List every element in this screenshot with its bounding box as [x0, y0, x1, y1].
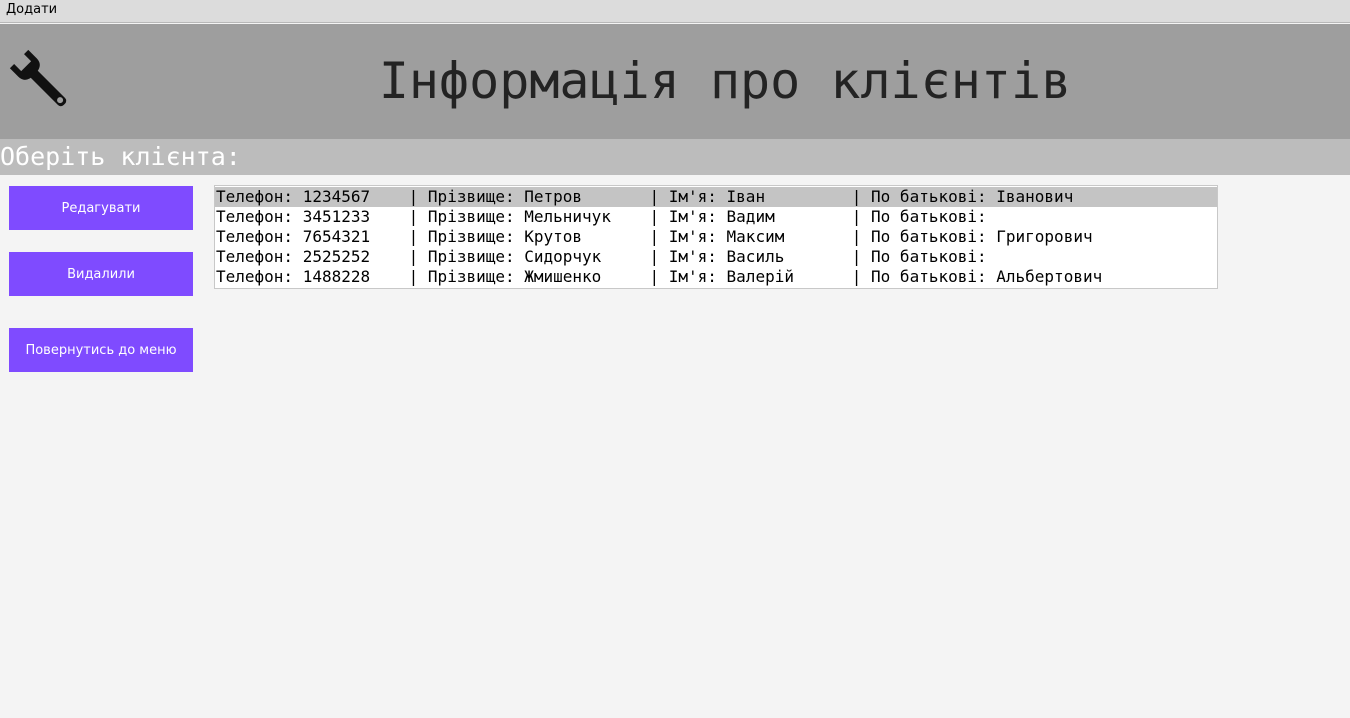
menu-item-add[interactable]: Додати	[6, 2, 57, 18]
header-banner: Інформація про клієнтів	[0, 24, 1350, 139]
section-title: Оберіть клієнта:	[0, 142, 241, 171]
client-row[interactable]: Телефон: 1488228 | Прізвище: Жмишенко | …	[215, 267, 1217, 287]
client-row[interactable]: Телефон: 2525252 | Прізвище: Сидорчук | …	[215, 247, 1217, 267]
edit-button[interactable]: Редагувати	[9, 186, 193, 230]
page-title: Інформація про клієнтів	[378, 52, 1072, 110]
back-to-menu-button[interactable]: Повернутись до меню	[9, 328, 193, 372]
client-row[interactable]: Телефон: 1234567 | Прізвище: Петров | Ім…	[215, 187, 1217, 207]
client-row[interactable]: Телефон: 7654321 | Прізвище: Крутов | Ім…	[215, 227, 1217, 247]
delete-button[interactable]: Видалили	[9, 252, 193, 296]
menu-bar: Додати	[0, 0, 1350, 23]
client-row[interactable]: Телефон: 3451233 | Прізвище: Мельничук |…	[215, 207, 1217, 227]
client-listbox[interactable]: Телефон: 1234567 | Прізвище: Петров | Ім…	[214, 185, 1218, 289]
subheader-bar: Оберіть клієнта:	[0, 139, 1350, 175]
